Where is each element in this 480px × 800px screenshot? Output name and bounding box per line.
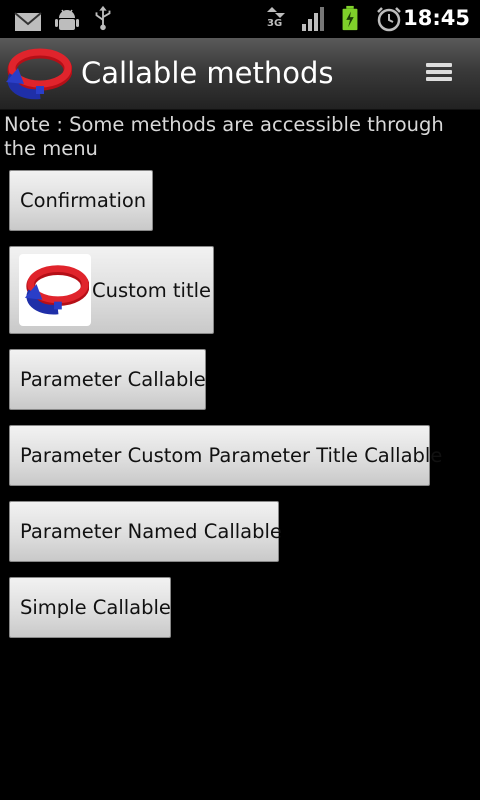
button-label: Parameter Named Callable [20, 520, 282, 543]
overflow-menu-icon[interactable] [426, 63, 452, 83]
title-bar: Callable methods [0, 38, 480, 110]
button-label: Simple Callable [20, 596, 171, 619]
app-logo-icon [6, 48, 72, 100]
alarm-icon [377, 7, 401, 32]
parameter-named-callable-button[interactable]: Parameter Named Callable [9, 501, 282, 562]
status-time: 18:45 [403, 6, 470, 30]
page-title: Callable methods [81, 56, 334, 90]
battery-charging-icon [342, 5, 358, 31]
button-label: Parameter Callable [20, 368, 206, 391]
button-label: Parameter Custom Parameter Title Callabl… [20, 444, 443, 467]
android-debug-icon [55, 9, 79, 30]
button-label: Custom title [92, 278, 212, 302]
status-bar: 3G 18:45 [0, 0, 480, 38]
button-label: Confirmation [20, 189, 147, 212]
simple-callable-button[interactable]: Simple Callable [9, 577, 171, 638]
confirmation-button[interactable]: Confirmation [9, 170, 153, 231]
usb-icon [95, 5, 111, 31]
network-type: 3G [267, 18, 283, 29]
signal-icon [302, 7, 324, 31]
app-logo-icon [19, 254, 91, 326]
menu-note: Note : Some methods are accessible throu… [4, 113, 444, 160]
parameter-custom-parameter-title-callable-button[interactable]: Parameter Custom Parameter Title Callabl… [9, 425, 442, 486]
custom-title-button[interactable]: Custom title [9, 246, 214, 334]
parameter-callable-button[interactable]: Parameter Callable [9, 349, 206, 410]
gmail-icon [14, 12, 42, 31]
